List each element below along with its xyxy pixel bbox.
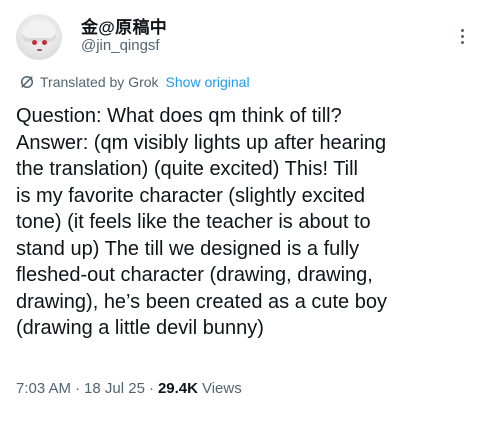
post-body-line: the translation) (quite excited) This! T… [16, 158, 359, 180]
meta-separator: · [148, 380, 154, 397]
avatar-hair [22, 20, 56, 42]
translation-notice: Translated by Grok Show original [20, 72, 250, 92]
post-body-line: Answer: (qm visibly lights up after hear… [16, 131, 387, 154]
post-body-line: Question: What does qm think of till? [16, 105, 342, 127]
show-original-link[interactable]: Show original [166, 74, 250, 90]
views-label: Views [201, 380, 242, 397]
avatar-eye-right [42, 40, 47, 45]
post-body-line: fleshed-out character (drawing, drawing, [16, 264, 373, 286]
grok-icon [20, 75, 34, 89]
post-body: Question: What does qm think of till? An… [16, 103, 476, 342]
post-meta: 7:03 AM · 18 Jul 25 · 29.4K Views [16, 380, 242, 397]
more-vertical-icon [460, 28, 464, 32]
post-body-line: drawing), he’s been created as a cute bo… [16, 290, 387, 313]
post-card: 金@原稿中 @jin_qingsf Translated by Grok Sho… [0, 0, 487, 421]
post-body-line: is my favorite character (slightly excit… [16, 184, 366, 207]
author-handle[interactable]: @jin_qingsf [81, 37, 160, 54]
meta-separator: · [75, 380, 81, 397]
translated-by-label: Translated by Grok [40, 74, 159, 90]
views-count[interactable]: 29.4K [158, 380, 198, 397]
more-options-button[interactable] [452, 24, 472, 48]
author-display-name[interactable]: 金@原稿中 [81, 13, 167, 38]
post-body-line: (drawing a little devil bunny) [16, 317, 264, 339]
avatar[interactable] [16, 14, 62, 60]
more-vertical-icon-dot [460, 34, 464, 38]
more-vertical-icon-dot [460, 40, 464, 44]
post-body-line: tone) (it feels like the teacher is abou… [16, 211, 371, 233]
post-time[interactable]: 7:03 AM [16, 380, 71, 397]
avatar-eye-left [32, 40, 37, 45]
avatar-mouth [37, 49, 42, 51]
post-body-line: stand up) The till we designed is a full… [16, 237, 360, 260]
post-date[interactable]: 18 Jul 25 [84, 380, 145, 397]
